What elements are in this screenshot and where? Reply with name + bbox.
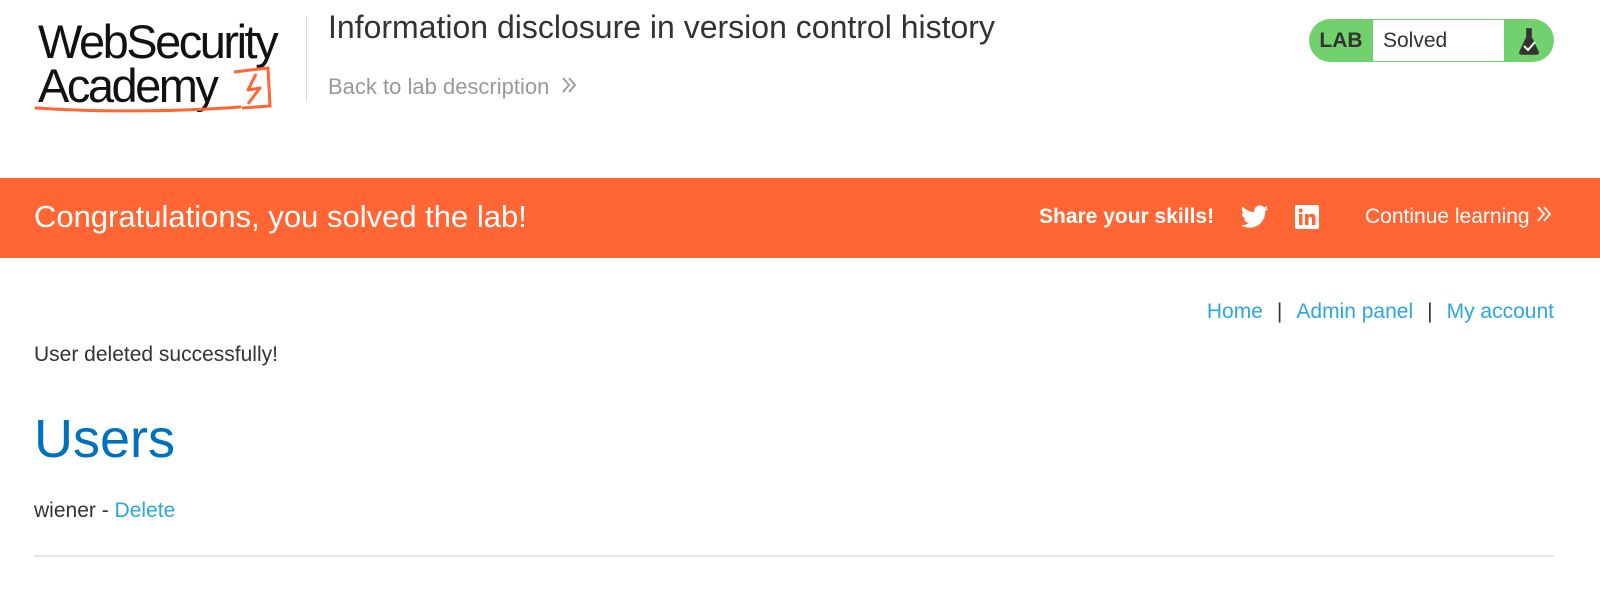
nav-home-link[interactable]: Home (1207, 300, 1263, 324)
header-divider (306, 16, 307, 102)
delete-user-link[interactable]: Delete (115, 499, 176, 522)
list-item: wiener - Delete (34, 499, 175, 523)
share-skills-label: Share your skills! (1039, 205, 1215, 228)
top-nav: Home | Admin panel | My account (1207, 300, 1554, 324)
user-name: wiener (34, 499, 96, 522)
nav-admin-panel-link[interactable]: Admin panel (1296, 300, 1413, 324)
continue-learning-label: Continue learning (1365, 205, 1530, 228)
linkedin-icon[interactable] (1295, 205, 1319, 234)
web-security-academy-logo[interactable]: WebSecurity Academy (34, 16, 304, 114)
continue-learning-link[interactable]: Continue learning (1365, 205, 1552, 229)
back-link-label: Back to lab description (328, 74, 550, 99)
flask-icon (1504, 19, 1554, 62)
congratulations-banner: Congratulations, you solved the lab! Sha… (0, 178, 1600, 258)
lab-status-widget: LAB Solved (1309, 19, 1554, 62)
lab-title: Information disclosure in version contro… (328, 9, 995, 45)
user-separator: - (95, 499, 115, 522)
double-chevron-right-icon (561, 74, 577, 100)
twitter-icon[interactable] (1240, 205, 1269, 234)
nav-separator: | (1276, 300, 1283, 323)
congratulations-message: Congratulations, you solved the lab! (34, 199, 527, 234)
lab-status-label: LAB (1319, 28, 1363, 52)
nav-separator: | (1427, 300, 1433, 323)
nav-my-account-link[interactable]: My account (1447, 300, 1554, 324)
status-message: User deleted successfully! (34, 343, 278, 366)
lab-status-state: Solved (1373, 20, 1504, 61)
logo-lightning-icon (34, 66, 272, 113)
double-chevron-right-icon (1536, 205, 1552, 229)
page-title: Users (34, 409, 176, 469)
divider (34, 555, 1554, 557)
page-header: WebSecurity Academy Information disclosu… (0, 0, 1600, 178)
back-to-lab-description-link[interactable]: Back to lab description (328, 74, 577, 100)
